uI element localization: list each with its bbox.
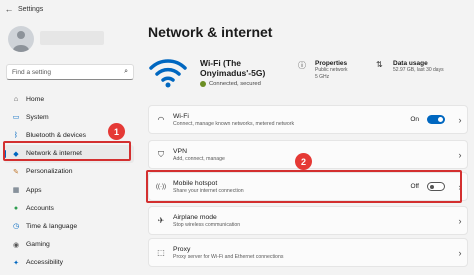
sidebar-item-home[interactable]: ⌂ Home [4, 90, 134, 108]
window-title: Settings [18, 5, 44, 13]
sidebar-item-label: Time & language [26, 222, 78, 230]
sidebar-item-label: Accessibility [26, 259, 64, 267]
system-icon: ▭ [12, 114, 20, 122]
sidebar-item-label: Accounts [26, 204, 54, 212]
airplane-mode-card[interactable]: ✈ Airplane mode Stop wireless communicat… [148, 206, 468, 235]
bluetooth-icon: ᛒ [13, 131, 19, 139]
properties-title: Properties [315, 60, 348, 67]
search-placeholder: Find a setting [12, 68, 52, 76]
hotspot-highlight-box [146, 170, 462, 203]
connection-status: Connected, secured [200, 81, 261, 87]
sidebar-item-label: Gaming [26, 241, 50, 249]
chevron-right-icon[interactable]: › [453, 248, 467, 258]
wifi-icon: ◠ [157, 115, 165, 124]
connected-check-icon [200, 81, 206, 87]
properties-network-type: Public network [315, 67, 348, 73]
time-language-icon: ◷ [12, 223, 20, 231]
step-badge-1: 1 [108, 123, 125, 140]
sidebar-item-time-language[interactable]: ◷ Time & language [4, 217, 134, 235]
card-description: Add, connect, manage [173, 155, 225, 162]
personalization-icon: ✎ [13, 168, 19, 176]
card-description: Proxy server for Wi-Fi and Ethernet conn… [173, 253, 284, 260]
data-usage-link[interactable]: ⇅ Data usage 52.97 GB, last 30 days [376, 60, 444, 74]
sidebar-item-label: System [26, 113, 49, 121]
connection-status-text: Connected, secured [209, 81, 261, 87]
properties-link[interactable]: ⓘ Properties Public network 5 GHz [298, 60, 348, 81]
card-description: Stop wireless communication [173, 221, 241, 228]
card-description: Connect, manage known networks, metered … [173, 120, 295, 127]
sidebar-item-personalization[interactable]: ✎ Personalization [4, 163, 134, 181]
card-label: Wi-Fi [173, 112, 189, 120]
airplane-icon: ✈ [157, 216, 165, 225]
avatar[interactable] [8, 26, 34, 52]
back-arrow-icon[interactable]: ← [0, 4, 18, 14]
chevron-right-icon[interactable]: › [453, 150, 467, 160]
data-usage-summary: 52.97 GB, last 30 days [393, 67, 444, 73]
sidebar-item-apps[interactable]: ▦ Apps [4, 181, 134, 199]
search-input[interactable]: Find a setting ⌕ [6, 64, 134, 80]
accounts-icon: ● [13, 204, 19, 212]
sidebar-item-label: Bluetooth & devices [26, 131, 87, 139]
proxy-icon: ⬚ [157, 248, 165, 257]
card-label: VPN [173, 147, 187, 155]
info-icon: ⓘ [298, 61, 306, 70]
sidebar-item-label: Apps [26, 186, 42, 194]
gaming-icon: ◉ [12, 241, 20, 249]
wifi-toggle[interactable] [427, 115, 445, 124]
home-icon: ⌂ [13, 95, 19, 103]
proxy-card[interactable]: ⬚ Proxy Proxy server for Wi-Fi and Ether… [148, 238, 468, 267]
chevron-right-icon[interactable]: › [453, 216, 467, 226]
wifi-card[interactable]: ◠ Wi-Fi Connect, manage known networks, … [148, 105, 468, 134]
properties-band: 5 GHz [315, 74, 330, 80]
sidebar-item-accessibility[interactable]: ✦ Accessibility [4, 254, 134, 272]
connected-network-name: Wi-Fi (The Onyimadus'-5G) [200, 58, 266, 78]
card-label: Airplane mode [173, 213, 217, 221]
network-highlight-box [3, 141, 131, 161]
data-usage-title: Data usage [393, 60, 428, 67]
title-bar: ← Settings [0, 0, 474, 18]
sidebar-item-accounts[interactable]: ● Accounts [4, 199, 134, 217]
search-icon: ⌕ [124, 68, 128, 75]
account-name-blurred [40, 31, 104, 45]
page-title: Network & internet [148, 24, 273, 40]
chevron-right-icon[interactable]: › [453, 115, 467, 125]
wifi-state: On [410, 116, 419, 123]
step-badge-2: 2 [295, 153, 312, 170]
sidebar-item-label: Personalization [26, 168, 73, 176]
apps-icon: ▦ [12, 187, 20, 195]
sidebar-item-label: Home [26, 95, 45, 103]
sidebar-nav: ⌂ Home ▭ System ᛒ Bluetooth & devices ◆ … [4, 90, 134, 272]
data-usage-icon: ⇅ [376, 60, 383, 69]
wifi-large-icon [149, 59, 187, 88]
vpn-icon: ⛉ [158, 149, 164, 159]
accessibility-icon: ✦ [13, 259, 19, 267]
card-label: Proxy [173, 245, 191, 253]
connection-summary: Wi-Fi (The Onyimadus'-5G) Connected, sec… [148, 52, 468, 96]
sidebar-item-gaming[interactable]: ◉ Gaming [4, 236, 134, 254]
